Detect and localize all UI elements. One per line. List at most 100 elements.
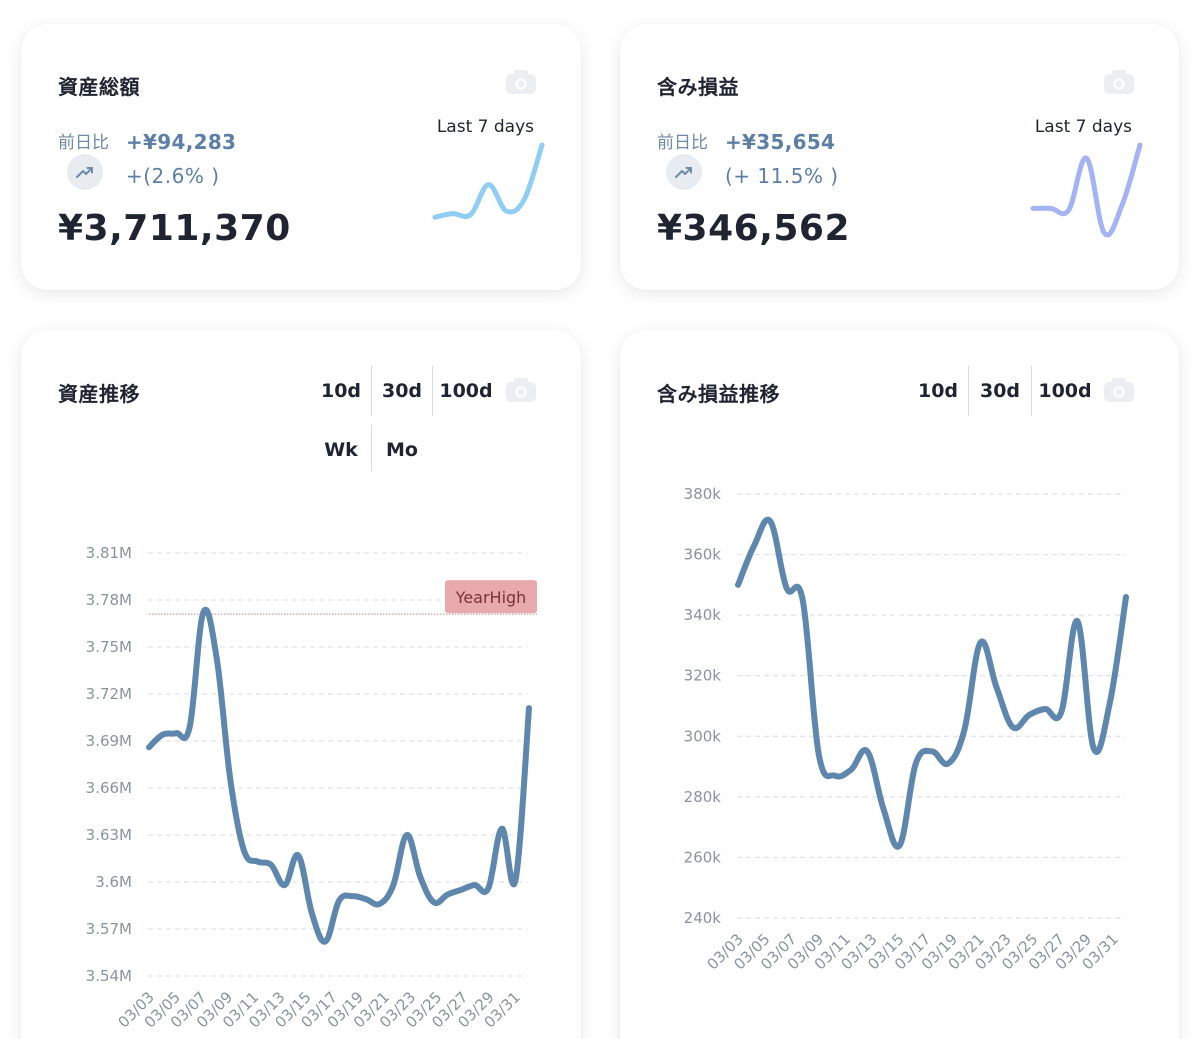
y-tick-label: 240k — [684, 909, 722, 927]
data-point — [1077, 620, 1078, 622]
trending-up-icon — [67, 154, 103, 190]
data-point — [1093, 747, 1095, 749]
data-point — [216, 659, 218, 661]
assets-trend-chart: 3.81M 3.78M 3.75M 3.72M 3.69M 3.66M 3.63M 3.6M 3… — [86, 544, 537, 1031]
trending-up-icon — [666, 154, 702, 190]
data-point — [419, 876, 421, 878]
data-point — [528, 707, 530, 709]
data-point — [189, 726, 191, 728]
data-point — [1060, 711, 1062, 713]
sparkline-path — [432, 142, 545, 220]
data-point — [915, 763, 917, 765]
y-tick-label: 380k — [684, 485, 722, 503]
data-point — [1044, 708, 1046, 710]
series-line — [735, 516, 1129, 850]
data-point — [850, 769, 852, 771]
sparkline-label: Last 7 days — [436, 117, 534, 137]
data-point — [406, 834, 408, 836]
y-tick-label: 3.66M — [86, 779, 132, 797]
day-change-percent: +(2.6% ) — [126, 164, 220, 188]
y-tick-label: 340k — [684, 606, 722, 624]
y-tick-label: 360k — [684, 546, 722, 564]
data-point — [352, 895, 354, 897]
data-point — [514, 879, 516, 881]
data-point — [243, 850, 245, 852]
y-tick-label: 3.81M — [86, 544, 132, 562]
y-tick-label: 260k — [684, 848, 722, 866]
data-point — [311, 912, 313, 914]
data-point — [753, 544, 755, 546]
data-point — [996, 687, 998, 689]
y-tick-label: 300k — [684, 727, 722, 745]
y-tick-label: 320k — [684, 667, 722, 685]
camera-icon[interactable] — [1103, 69, 1135, 95]
day-change-label: 前日比 — [657, 133, 708, 153]
unrealized-pl-title: 含み損益 — [657, 75, 739, 99]
data-point — [931, 750, 933, 752]
data-point — [229, 779, 231, 781]
data-point — [379, 903, 381, 905]
unrealized-pl-card: 含み損益 前日比 +¥35,654 (+ 11.5% ) ¥346,562 La… — [620, 24, 1179, 290]
day-change-label: 前日比 — [58, 133, 109, 153]
data-point — [324, 941, 326, 943]
data-point — [947, 763, 949, 765]
year-high-label: YearHigh — [455, 588, 527, 607]
y-tick-label: 3.69M — [86, 732, 132, 750]
y-tick-label: 280k — [684, 788, 722, 806]
sparkline-label: Last 7 days — [1034, 117, 1132, 137]
data-point — [460, 889, 462, 891]
data-point — [447, 894, 449, 896]
assets-total-value: ¥3,711,370 — [58, 208, 291, 249]
data-point — [963, 729, 965, 731]
data-point — [1012, 726, 1014, 728]
data-point — [980, 641, 981, 643]
data-point — [392, 884, 394, 886]
assets-total-card: 資産総額 前日比 +¥94,283 +(2.6% ) ¥3,711,370 La… — [21, 24, 581, 290]
y-tick-label: 3.63M — [86, 826, 132, 844]
data-point — [501, 828, 503, 830]
assets-trend-card: 資産推移 10d 30d 100d Wk Mo 3.81M 3.78M 3.75M 3… — [21, 330, 581, 1039]
pl-sparkline — [1030, 142, 1143, 238]
data-point — [202, 612, 204, 614]
data-point — [338, 900, 340, 902]
data-point — [1125, 596, 1127, 598]
pl-trend-card: 含み損益推移 10d 30d 100d 380k 360k 340k 320k 300k… — [620, 330, 1179, 1039]
y-tick-label: 3.75M — [86, 638, 132, 656]
y-tick-label: 3.78M — [86, 591, 132, 609]
data-point — [786, 587, 787, 589]
data-point — [834, 775, 836, 777]
pl-trend-chart: 380k360k340k320k300k280k260k240k03/0303/… — [684, 485, 1129, 973]
data-point — [737, 584, 739, 586]
data-point — [284, 884, 286, 886]
day-change-value: +¥35,654 — [725, 130, 836, 154]
series-line — [146, 606, 532, 945]
data-point — [1028, 714, 1030, 716]
y-tick-label: 3.72M — [86, 685, 132, 703]
data-point — [175, 732, 177, 734]
y-tick-label: 3.6M — [95, 873, 132, 891]
sparkline-path — [1030, 142, 1143, 238]
data-point — [474, 884, 476, 886]
data-point — [769, 520, 771, 522]
data-point — [487, 887, 489, 889]
y-tick-label: 3.57M — [86, 920, 132, 938]
data-point — [257, 861, 259, 863]
data-point — [162, 734, 164, 736]
data-point — [1109, 702, 1111, 704]
data-point — [365, 898, 367, 900]
y-tick-label: 3.54M — [86, 967, 132, 985]
assets-sparkline — [432, 142, 545, 220]
data-point — [883, 808, 884, 810]
day-change-percent: (+ 11.5% ) — [725, 164, 839, 188]
data-point — [297, 854, 299, 856]
camera-icon[interactable] — [505, 69, 537, 95]
data-point — [148, 746, 150, 748]
data-point — [818, 753, 820, 755]
data-point — [899, 844, 901, 846]
unrealized-pl-value: ¥346,562 — [657, 208, 851, 249]
data-point — [866, 750, 868, 752]
data-point — [433, 901, 435, 903]
day-change-value: +¥94,283 — [126, 130, 237, 154]
data-point — [270, 864, 272, 866]
assets-total-title: 資産総額 — [58, 75, 140, 99]
